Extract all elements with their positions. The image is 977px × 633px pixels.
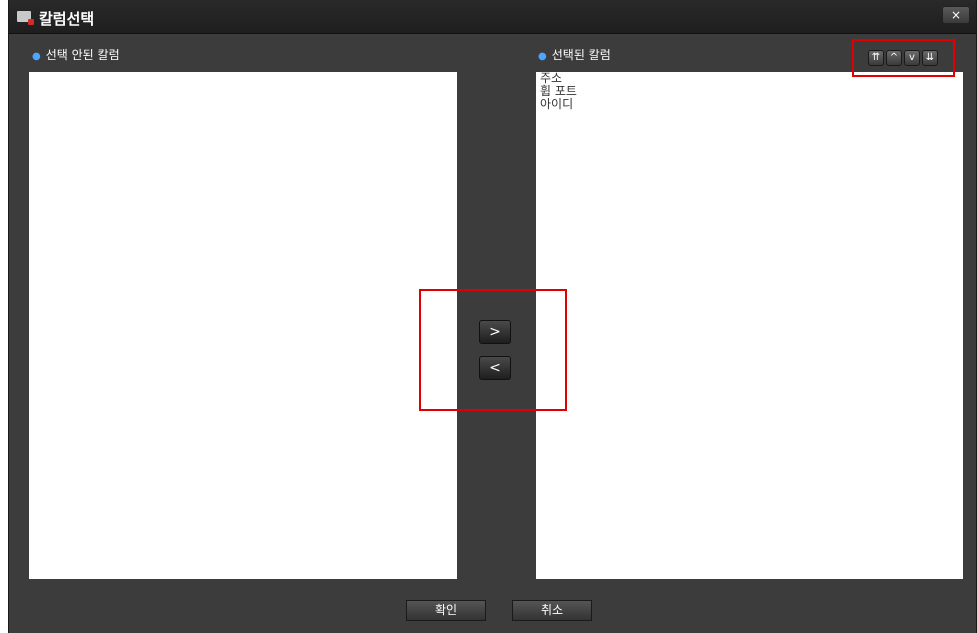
selected-columns-label-text: 선택된 칼럼 [551,48,611,62]
dialog-title: 칼럼선택 [39,10,95,28]
remove-column-button[interactable]: < [479,356,511,380]
bullet-icon: ● [538,51,547,62]
list-item[interactable]: 아이디 [536,98,963,111]
move-down-button[interactable]: v [904,50,920,66]
move-to-top-button[interactable]: ⇈ [868,50,884,66]
cancel-button[interactable]: 취소 [512,600,592,621]
ok-button[interactable]: 확인 [406,600,486,621]
window-icon [17,11,34,25]
unselected-columns-label-text: 선택 안된 칼럼 [45,48,120,62]
unselected-columns-label: ● 선택 안된 칼럼 [32,46,120,63]
column-select-dialog: 칼럼선택 × ● 선택 안된 칼럼 ● 선택된 칼럼 ⇈ ^ v ⇊ 주소 휩 포트… [8,0,977,633]
selected-columns-list[interactable]: 주소 휩 포트 아이디 [536,72,963,579]
add-column-button[interactable]: > [479,320,511,344]
bullet-icon: ● [32,51,41,62]
close-button[interactable]: × [942,6,970,24]
list-item[interactable]: 주소 [536,72,963,85]
selected-columns-label: ● 선택된 칼럼 [538,46,611,63]
move-up-button[interactable]: ^ [886,50,902,66]
unselected-columns-list[interactable] [29,72,457,579]
list-item[interactable]: 휩 포트 [536,85,963,98]
title-bar: 칼럼선택 × [9,0,976,34]
move-to-bottom-button[interactable]: ⇊ [922,50,938,66]
